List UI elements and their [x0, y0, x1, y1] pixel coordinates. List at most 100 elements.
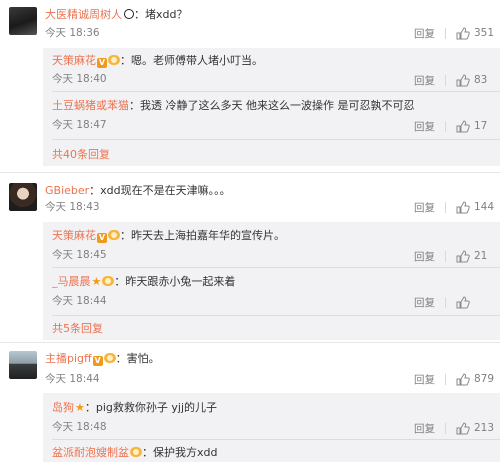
divider [444, 373, 446, 385]
reply-button[interactable]: 回复 [414, 200, 435, 215]
replies-box: 天策麻花 V ：昨天去上海拍嘉年华的宣传片。 今天 18:45 回复 21 _马晨晨… [43, 222, 500, 340]
divider [52, 91, 500, 92]
timestamp: 今天 18:48 [52, 421, 107, 433]
username[interactable]: _马晨晨 [52, 275, 91, 288]
comment-content: 大医精诚周树人 ：堵xdd？ [45, 8, 187, 22]
like-count: 879 [473, 373, 494, 385]
comment-content: GBieber：xdd现在不是在天津嘛。。。 [45, 184, 231, 198]
reply-text: ：pig救救你孙子 yjj的儿子 [84, 401, 218, 414]
thumbs-up-icon[interactable] [456, 119, 470, 133]
divider [0, 342, 500, 343]
timestamp: 今天 18:44 [52, 295, 107, 307]
username[interactable]: 大医精诚周树人 [45, 8, 122, 21]
reply-content: 盆派耐泡嫂制盆 ：保护我方xdd [52, 446, 217, 460]
avatar[interactable] [9, 183, 37, 211]
like-count: 351 [473, 27, 494, 39]
comment: GBieber：xdd现在不是在天津嘛。。。 今天 18:43 回复 144 天… [0, 178, 500, 343]
comment-text: ：害怕。 [115, 352, 160, 365]
verified-badge-icon: V [97, 233, 107, 243]
reply-text: ：我透 冷静了这么多天 他来这么一波操作 是可忍孰不可忍 [129, 99, 415, 112]
reply-text: ：保护我方xdd [142, 446, 218, 459]
like-count: 21 [474, 250, 488, 262]
vip-badge-icon [103, 353, 116, 363]
thumbs-up-icon[interactable] [456, 295, 470, 309]
reply-content: 天策麻花 V ：嗯。老师傅带人堵小叮当。 [52, 54, 263, 68]
reply-actions: 回复 21 [414, 249, 494, 263]
timestamp: 今天 18:40 [52, 73, 107, 85]
thumbs-up-icon[interactable] [456, 200, 470, 214]
reply-actions: 回复 17 [414, 119, 494, 133]
reply-content: 天策麻花 V ：昨天去上海拍嘉年华的宣传片。 [52, 229, 285, 243]
comment-text: ：xdd现在不是在天津嘛。。。 [89, 184, 231, 197]
comment-text: ：堵xdd？ [134, 8, 188, 21]
comment-actions: 回复 879 [414, 372, 494, 386]
verified-badge-icon: V [92, 356, 103, 366]
reply-content: _马晨晨★ ：昨天跟赤小兔一起来着 [52, 275, 235, 289]
reply-button[interactable]: 回复 [414, 249, 435, 264]
reply-button[interactable]: 回复 [414, 372, 435, 387]
thumbs-up-icon[interactable] [456, 73, 470, 87]
like-count: 213 [473, 422, 494, 434]
username[interactable]: 天策麻花 [52, 229, 96, 242]
comment-content: 主播pigff V ：害怕。 [45, 352, 160, 366]
thumbs-up-icon[interactable] [456, 421, 470, 435]
divider [445, 296, 446, 308]
panda-emoji-icon [124, 9, 134, 19]
reply-text: ：嗯。老师傅带人堵小叮当。 [120, 54, 263, 67]
thumbs-up-icon[interactable] [456, 249, 470, 263]
timestamp: 今天 18:44 [45, 373, 100, 385]
verified-badge-icon: V [97, 58, 107, 68]
like-count: 83 [474, 74, 488, 86]
divider [445, 250, 446, 262]
divider [52, 439, 500, 440]
timestamp: 今天 18:36 [45, 27, 100, 39]
comment-actions: 回复 144 [414, 200, 494, 214]
vip-badge-icon [108, 230, 120, 240]
divider [52, 315, 500, 316]
divider [0, 172, 500, 173]
reply-actions: 回复 83 [414, 73, 494, 87]
replies-box: 天策麻花 V ：嗯。老师傅带人堵小叮当。 今天 18:40 回复 83 土豆蜗猪或苯… [43, 48, 500, 166]
reply-button[interactable]: 回复 [414, 73, 435, 88]
reply-button[interactable]: 回复 [414, 119, 435, 134]
divider [444, 422, 446, 434]
thumbs-up-icon[interactable] [456, 26, 470, 40]
reply-button[interactable]: 回复 [414, 295, 435, 310]
like-count: 144 [473, 201, 494, 213]
divider [52, 267, 500, 268]
vip-badge-icon [108, 55, 120, 65]
username[interactable]: 盆派耐泡嫂制盆 [52, 446, 129, 459]
reply-button[interactable]: 回复 [414, 26, 435, 41]
reply-button[interactable]: 回复 [414, 421, 435, 436]
avatar[interactable] [9, 7, 37, 35]
like-count: 17 [474, 120, 488, 132]
avatar[interactable] [9, 351, 37, 379]
vip-badge-icon [130, 447, 142, 457]
timestamp: 今天 18:47 [52, 119, 107, 131]
divider [445, 74, 446, 86]
reply-actions: 回复 213 [414, 421, 494, 435]
timestamp: 今天 18:45 [52, 249, 107, 261]
reply-text: ：昨天去上海拍嘉年华的宣传片。 [120, 229, 285, 242]
username[interactable]: 主播pigff [45, 352, 92, 365]
username[interactable]: 岛狗 [52, 401, 74, 414]
star-badge-icon: ★ [75, 401, 85, 414]
reply-text: ：昨天跟赤小兔一起来着 [114, 275, 236, 288]
reply-actions: 回复 [414, 295, 494, 309]
username[interactable]: 天策麻花 [52, 54, 96, 67]
more-replies-link[interactable]: 共40条回复 [52, 148, 110, 162]
star-badge-icon: ★ [91, 275, 102, 288]
username[interactable]: GBieber [45, 184, 89, 197]
divider [445, 120, 446, 132]
vip-badge-icon [102, 276, 115, 286]
thumbs-up-icon[interactable] [456, 372, 470, 386]
comment: 主播pigff V ：害怕。 今天 18:44 回复 879 岛狗★：pig救救你孙… [0, 345, 500, 462]
comment-actions: 回复 351 [414, 26, 494, 40]
divider [52, 139, 500, 140]
reply-content: 岛狗★：pig救救你孙子 yjj的儿子 [52, 401, 217, 415]
reply-content: 土豆蜗猪或苯猫：我透 冷静了这么多天 他来这么一波操作 是可忍孰不可忍 [52, 99, 415, 113]
comment: 大医精诚周树人 ：堵xdd？ 今天 18:36 回复 351 天策麻花 V ：嗯。老师… [0, 0, 500, 166]
divider [444, 27, 446, 39]
username[interactable]: 土豆蜗猪或苯猫 [52, 99, 129, 112]
more-replies-link[interactable]: 共5条回复 [52, 322, 103, 336]
